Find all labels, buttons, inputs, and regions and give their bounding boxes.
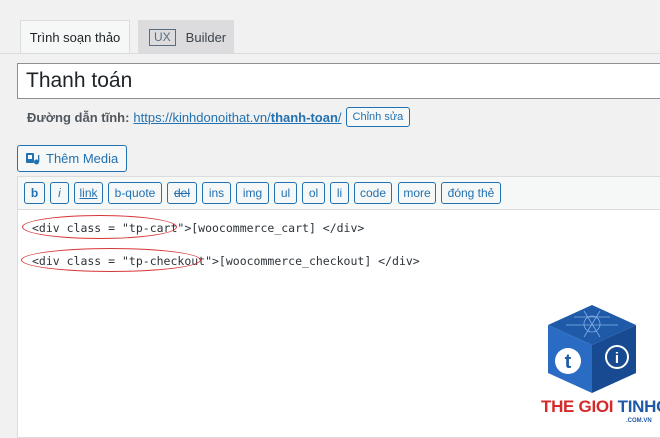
highlight-circle-cart (22, 215, 177, 239)
permalink-edit-button[interactable]: Chỉnh sửa (345, 107, 411, 127)
permalink-label: Đường dẫn tĩnh: (27, 109, 130, 125)
qt-img-button[interactable]: img (236, 182, 269, 204)
qt-bold-button[interactable]: b (24, 182, 45, 204)
quicktags-toolbar: b i link b-quote del ins img ul ol li co… (18, 177, 660, 210)
media-icon (26, 152, 40, 164)
qt-close-tags-button[interactable]: đóng thẻ (441, 182, 501, 204)
qt-li-button[interactable]: li (330, 182, 349, 204)
permalink-base: https://kinhdonoithat.vn/ (133, 109, 271, 125)
permalink-row: Đường dẫn tĩnh: https://kinhdonoithat.vn… (27, 107, 411, 127)
brand-name-part1: THE GIOI (541, 397, 614, 416)
qt-blockquote-button[interactable]: b-quote (108, 182, 162, 204)
qt-ul-button[interactable]: ul (274, 182, 297, 204)
qt-ins-button[interactable]: ins (202, 182, 231, 204)
brand-name: THE GIOI TINHOC (541, 397, 660, 417)
tab-ux-builder[interactable]: UX Builder (138, 20, 234, 53)
qt-more-button[interactable]: more (398, 182, 436, 204)
permalink-slug: thanh-toan (270, 109, 338, 125)
tab-ux-builder-label: Builder (185, 29, 227, 45)
qt-link-button[interactable]: link (74, 182, 103, 204)
highlight-circle-checkout (21, 248, 201, 272)
brand-name-part2: TINHOC (617, 397, 660, 416)
svg-text:i: i (615, 350, 619, 367)
brand-cube-logo-icon: t i (548, 305, 636, 393)
post-title-input[interactable]: Thanh toán (17, 63, 660, 99)
qt-del-button[interactable]: del (167, 182, 197, 204)
qt-ol-button[interactable]: ol (302, 182, 325, 204)
svg-text:t: t (565, 351, 572, 373)
tab-divider (0, 53, 660, 54)
add-media-button[interactable]: Thêm Media (17, 145, 128, 172)
permalink-trailing: / (337, 109, 342, 125)
qt-code-button[interactable]: code (354, 182, 392, 204)
permalink-url[interactable]: https://kinhdonoithat.vn/thanh-toan/ (133, 110, 341, 125)
tab-visual-editor[interactable]: Trình soạn thảo (20, 20, 130, 54)
ux-logo-icon: UX (149, 28, 176, 46)
tab-visual-editor-label: Trình soạn thảo (29, 30, 121, 45)
brand-domain: .COM.VN (626, 418, 652, 424)
qt-italic-button[interactable]: i (50, 182, 69, 204)
add-media-label: Thêm Media (46, 151, 119, 166)
